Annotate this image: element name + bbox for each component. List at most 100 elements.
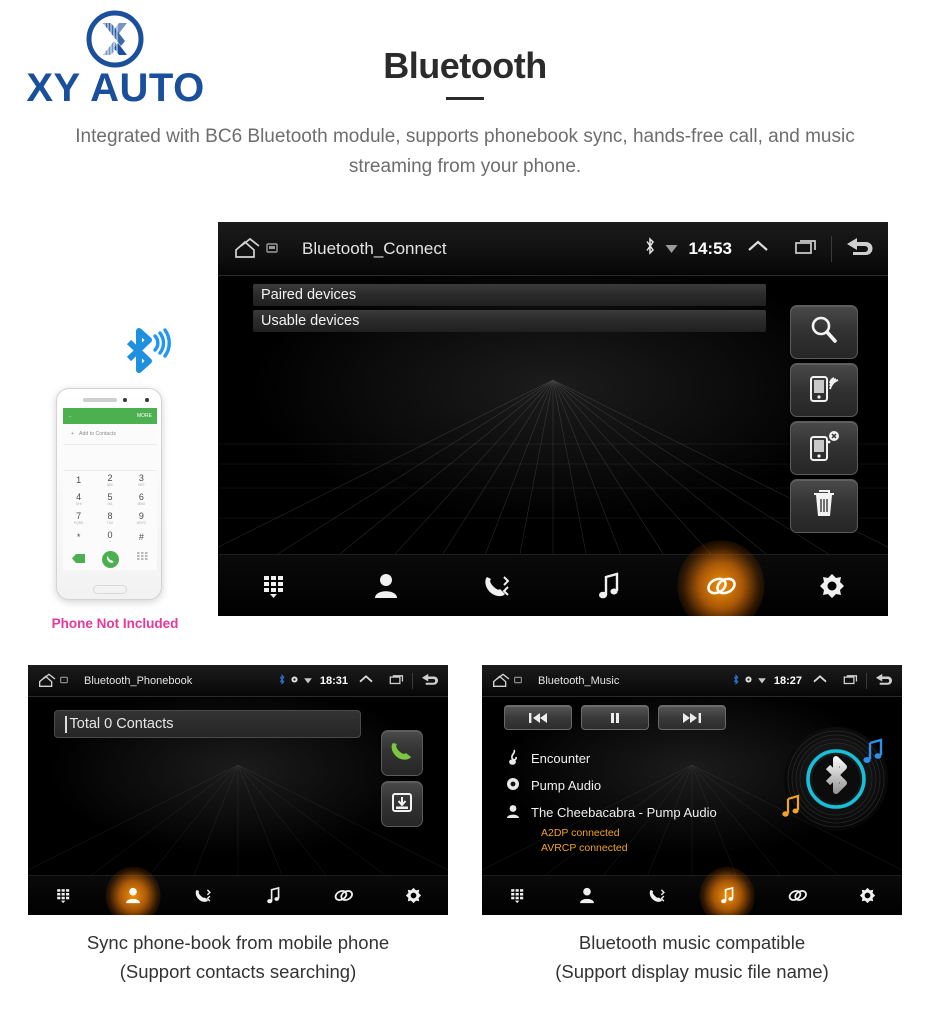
music-transport-controls	[504, 705, 726, 730]
bluetooth-music-screen: Bluetooth_Music 18:27 Encounter Pump Aud…	[482, 665, 902, 915]
key-5[interactable]: 5 JKL	[94, 490, 125, 509]
nav-dialpad[interactable]	[482, 876, 552, 915]
key-1[interactable]: 1	[63, 471, 94, 490]
artist-row: The Cheebacabra - Pump Audio	[506, 799, 786, 826]
screen-title: Bluetooth_Music	[538, 674, 620, 687]
caption-phonebook: Sync phone-book from mobile phone (Suppo…	[28, 928, 448, 986]
title-underline	[446, 97, 484, 100]
key-sub: +	[109, 540, 111, 544]
chevron-up-icon[interactable]	[746, 237, 770, 260]
album-name: Pump Audio	[531, 778, 602, 793]
sync-contacts-button[interactable]	[381, 781, 423, 827]
album-row: Pump Audio	[506, 772, 786, 799]
recents-icon[interactable]	[389, 673, 405, 688]
key-digit: 6	[138, 492, 144, 502]
list-item-paired[interactable]: Paired devices	[253, 284, 766, 306]
pause-button[interactable]	[581, 705, 649, 730]
key-digit: *	[76, 532, 81, 542]
clock: 18:27	[773, 674, 802, 687]
list-item-usable[interactable]: Usable devices	[253, 310, 766, 332]
nav-contacts[interactable]	[98, 876, 168, 915]
nav-contacts[interactable]	[552, 876, 622, 915]
download-sync-icon	[390, 790, 414, 819]
nav-connect[interactable]	[665, 555, 777, 616]
track-metadata: Encounter Pump Audio The Cheebacabra - P…	[506, 745, 786, 856]
nav-music[interactable]	[238, 876, 308, 915]
key-hash[interactable]: #	[126, 528, 157, 547]
add-to-contacts-row[interactable]: + Add to Contacts	[63, 424, 157, 445]
artist-name: The Cheebacabra - Pump Audio	[531, 805, 717, 820]
nav-call-history[interactable]	[622, 876, 692, 915]
phone-speaker	[83, 398, 117, 402]
nav-dialpad[interactable]	[218, 555, 330, 616]
back-arrow-icon[interactable]	[874, 672, 893, 689]
nav-call-history[interactable]	[168, 876, 238, 915]
call-icon[interactable]	[102, 550, 120, 568]
key-star[interactable]: *	[63, 528, 94, 547]
page-title: Bluetooth	[383, 45, 547, 86]
previous-button[interactable]	[504, 705, 572, 730]
recents-icon[interactable]	[794, 237, 819, 260]
search-devices-button[interactable]	[790, 305, 858, 359]
key-9[interactable]: 9 WXYZ	[126, 509, 157, 528]
nav-call-history[interactable]	[441, 555, 553, 616]
key-sub: JKL	[107, 502, 113, 506]
caption-line-1: Sync phone-book from mobile phone	[86, 932, 390, 953]
next-button[interactable]	[658, 705, 726, 730]
keypad-hide-icon[interactable]	[137, 550, 148, 568]
disconnect-device-button[interactable]	[790, 421, 858, 475]
delete-device-button[interactable]	[790, 479, 858, 533]
nav-settings[interactable]	[776, 555, 888, 616]
bluetooth-phonebook-screen: Bluetooth_Phonebook 18:31 Total 0 Contac…	[28, 665, 448, 915]
nav-contacts[interactable]	[330, 555, 442, 616]
phone-dialer-topbar: ← MORE	[63, 408, 157, 424]
nav-music[interactable]	[692, 876, 762, 915]
display-icon	[266, 239, 278, 259]
caption-line-2: (Support display music file name)	[555, 961, 829, 982]
status-bar: Bluetooth_Music 18:27	[482, 665, 902, 697]
key-sub: ABC	[106, 483, 114, 487]
key-4[interactable]: 4 GHI	[63, 490, 94, 509]
phone-sensor	[123, 398, 127, 402]
home-icon[interactable]	[232, 237, 262, 261]
contacts-search-input[interactable]: Total 0 Contacts	[54, 710, 361, 738]
back-arrow-icon[interactable]	[844, 235, 874, 262]
track-title-row: Encounter	[506, 745, 786, 772]
home-icon[interactable]	[37, 672, 57, 689]
key-2[interactable]: 2 ABC	[94, 471, 125, 490]
more-label[interactable]: MORE	[137, 413, 152, 419]
add-to-contacts-label: Add to Contacts	[79, 431, 116, 437]
home-icon[interactable]	[491, 672, 511, 689]
recents-icon[interactable]	[843, 673, 859, 688]
key-0[interactable]: 0 +	[94, 528, 125, 547]
screen-title: Bluetooth_Phonebook	[84, 674, 193, 687]
key-digit: 7	[76, 511, 82, 521]
nav-music[interactable]	[553, 555, 665, 616]
nav-dialpad[interactable]	[28, 876, 98, 915]
green-call-icon	[389, 739, 415, 768]
dial-button[interactable]	[381, 730, 423, 776]
bottom-nav	[218, 554, 888, 616]
phone-connect-icon	[807, 372, 841, 409]
key-3[interactable]: 3 DEF	[126, 471, 157, 490]
nav-settings[interactable]	[378, 876, 448, 915]
key-digit: 2	[107, 473, 113, 483]
clock: 18:31	[319, 674, 348, 687]
backspace-icon[interactable]	[71, 550, 85, 568]
nav-connect[interactable]	[308, 876, 378, 915]
connect-device-button[interactable]	[790, 363, 858, 417]
nav-connect[interactable]	[762, 876, 832, 915]
page-subtitle: Integrated with BC6 Bluetooth module, su…	[75, 126, 855, 177]
key-7[interactable]: 7 PQRS	[63, 509, 94, 528]
key-6[interactable]: 6 MNO	[126, 490, 157, 509]
chevron-up-icon[interactable]	[358, 673, 374, 688]
key-8[interactable]: 8 TUV	[94, 509, 125, 528]
back-arrow-icon[interactable]: ←	[68, 413, 73, 419]
chevron-up-icon[interactable]	[812, 673, 828, 688]
track-title: Encounter	[531, 751, 591, 766]
phone-home-button[interactable]	[93, 585, 127, 594]
key-sub: PQRS	[74, 521, 84, 525]
back-arrow-icon[interactable]	[420, 672, 439, 689]
nav-settings[interactable]	[832, 876, 902, 915]
display-icon	[60, 675, 68, 687]
